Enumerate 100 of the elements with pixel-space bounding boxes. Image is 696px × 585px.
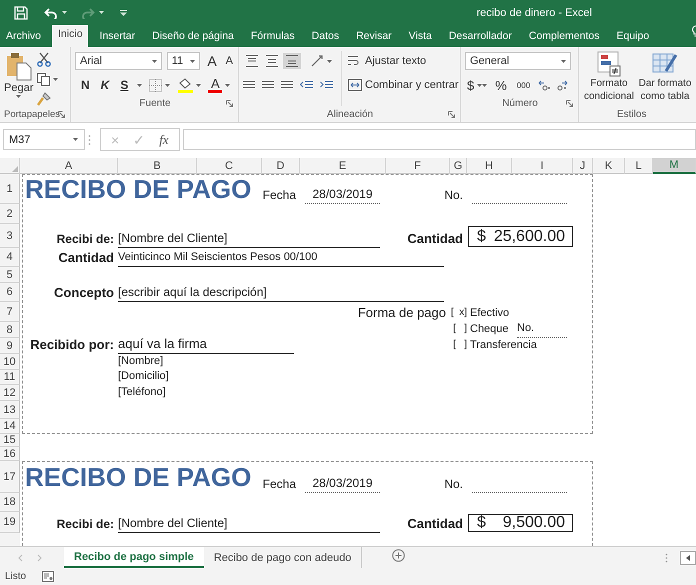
row-header[interactable]: 8 xyxy=(0,322,20,338)
caret-icon[interactable] xyxy=(73,138,78,141)
column-header[interactable]: L xyxy=(625,158,653,174)
column-header[interactable]: C xyxy=(197,158,262,174)
caret-icon[interactable] xyxy=(561,60,566,62)
column-header[interactable]: M xyxy=(653,158,696,174)
caret-icon[interactable] xyxy=(16,95,22,98)
row-header[interactable]: 10 xyxy=(0,354,20,370)
conditional-format-icon[interactable] xyxy=(597,51,621,77)
ribbon-tab[interactable]: Desarrollador xyxy=(442,27,517,47)
row-header[interactable]: 11 xyxy=(0,370,20,385)
dialog-launcher-icon[interactable] xyxy=(448,111,455,118)
caret-icon[interactable] xyxy=(152,60,157,62)
row-header[interactable]: 3 xyxy=(0,224,20,248)
undo-icon[interactable] xyxy=(44,6,58,18)
ribbon-tab[interactable]: Fórmulas xyxy=(244,27,300,47)
text-orientation-icon[interactable] xyxy=(311,55,325,67)
ribbon-tab[interactable]: Archivo xyxy=(0,27,46,47)
ribbon-tab[interactable]: Equipo xyxy=(610,27,654,47)
borders-icon[interactable] xyxy=(149,78,162,92)
styles-button[interactable]: Dar formato como tabla xyxy=(637,51,693,106)
caret-icon[interactable] xyxy=(327,60,332,62)
font-size-field[interactable]: 11 xyxy=(166,52,200,70)
formula-input[interactable] xyxy=(182,129,696,150)
row-header[interactable]: 2 xyxy=(0,204,20,224)
row-header[interactable]: 16 xyxy=(0,447,20,461)
column-header[interactable]: A xyxy=(20,158,118,174)
styles-button[interactable]: Formato condicional xyxy=(581,51,637,106)
merge-cells-icon[interactable] xyxy=(348,79,362,91)
currency-format-button[interactable]: $ xyxy=(465,78,476,92)
column-header[interactable]: K xyxy=(593,158,625,174)
grip-icon[interactable] xyxy=(88,134,91,146)
caret-icon[interactable] xyxy=(165,84,170,86)
caret-icon[interactable] xyxy=(225,84,230,86)
ribbon-tab[interactable]: Complementos xyxy=(522,27,604,47)
row-header[interactable]: 14 xyxy=(0,419,20,434)
caret-icon[interactable] xyxy=(137,84,142,86)
decrease-decimal-icon[interactable] xyxy=(556,80,568,90)
font-style-button[interactable]: N xyxy=(79,78,92,92)
column-header[interactable]: J xyxy=(573,158,593,174)
row-header[interactable]: 19 xyxy=(0,512,20,533)
row-header[interactable]: 5 xyxy=(0,267,20,283)
name-box[interactable]: M37 xyxy=(3,129,85,150)
vertical-align-button[interactable] xyxy=(283,53,301,69)
dialog-launcher-icon[interactable] xyxy=(566,100,573,107)
align-icon[interactable] xyxy=(281,80,293,90)
merge-center-button[interactable]: Combinar y centrar xyxy=(346,79,461,91)
ribbon-tab[interactable]: Vista xyxy=(402,27,437,47)
font-style-button[interactable]: K xyxy=(98,78,112,92)
column-header[interactable]: I xyxy=(512,158,573,174)
wrap-text-button[interactable]: Ajustar texto xyxy=(346,55,428,67)
font-style-button[interactable]: S xyxy=(118,78,130,92)
insert-function-button[interactable]: fx xyxy=(159,132,169,148)
row-header[interactable]: 17 xyxy=(0,461,20,493)
row-header[interactable]: 7 xyxy=(0,302,20,322)
row-header[interactable]: 4 xyxy=(0,248,20,267)
column-header[interactable]: G xyxy=(450,158,467,174)
macro-record-icon[interactable] xyxy=(42,571,54,582)
customize-icon[interactable] xyxy=(120,10,127,16)
increase-indent-icon[interactable] xyxy=(320,80,333,90)
number-format-field[interactable]: General xyxy=(465,52,571,70)
grip-icon[interactable] xyxy=(665,552,668,562)
column-header[interactable]: F xyxy=(386,158,450,174)
add-sheet-icon[interactable] xyxy=(392,548,406,562)
scissors-icon[interactable] xyxy=(37,52,52,67)
column-header[interactable]: H xyxy=(467,158,512,174)
scroll-left-icon[interactable] xyxy=(686,554,690,560)
align-icon[interactable] xyxy=(262,80,274,90)
font-name-field[interactable]: Arial xyxy=(75,52,162,70)
save-icon[interactable] xyxy=(14,6,28,20)
dialog-launcher-icon[interactable] xyxy=(58,111,65,118)
ribbon-tab[interactable]: Inicio xyxy=(52,25,88,47)
ribbon-tab[interactable]: Insertar xyxy=(94,27,140,47)
column-header[interactable]: D xyxy=(262,158,300,174)
decrease-indent-icon[interactable] xyxy=(300,80,313,90)
vertical-align-button[interactable] xyxy=(243,53,261,69)
copy-icon[interactable] xyxy=(37,73,50,86)
dialog-launcher-icon[interactable] xyxy=(226,100,233,107)
row-header[interactable]: 6 xyxy=(0,283,20,302)
percent-button[interactable]: % xyxy=(493,78,509,92)
format-painter-icon[interactable] xyxy=(37,92,52,106)
caret-icon[interactable] xyxy=(196,84,202,86)
row-header[interactable]: 18 xyxy=(0,493,20,512)
sheet-tab[interactable]: Recibo de pago simple xyxy=(64,547,204,568)
row-header[interactable]: 12 xyxy=(0,385,20,401)
caret-icon[interactable] xyxy=(190,60,196,62)
ribbon-tab[interactable]: Datos xyxy=(306,27,344,47)
row-header[interactable]: 15 xyxy=(0,434,20,447)
caret-icon[interactable] xyxy=(53,78,58,81)
caret-icon[interactable] xyxy=(62,11,67,14)
row-header[interactable]: 13 xyxy=(0,401,20,419)
decrease-font-button[interactable]: A xyxy=(224,55,235,67)
fill-color-icon[interactable] xyxy=(177,78,194,92)
caret-icon[interactable] xyxy=(99,11,104,14)
increase-decimal-icon[interactable] xyxy=(538,80,550,90)
clipboard-icon[interactable] xyxy=(6,51,32,81)
scroll-left-button[interactable] xyxy=(680,550,696,564)
align-icon[interactable] xyxy=(243,80,255,90)
ribbon-tab[interactable]: Diseño de página xyxy=(146,27,239,47)
row-header[interactable]: 9 xyxy=(0,338,20,354)
